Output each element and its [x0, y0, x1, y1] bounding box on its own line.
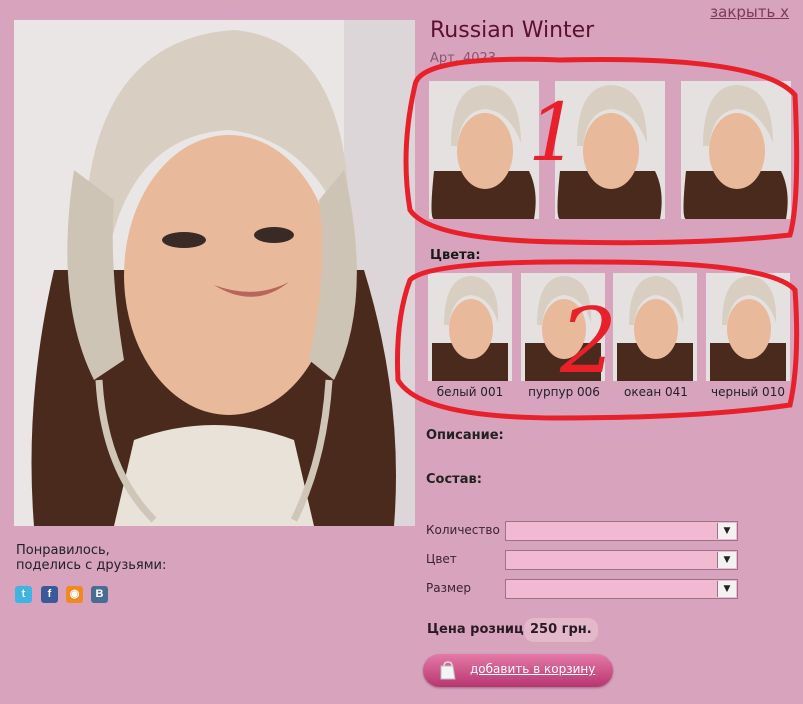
main-product-photo	[14, 20, 415, 526]
color-label: Цвет	[426, 552, 457, 566]
facebook-icon[interactable]: f	[41, 586, 58, 603]
size-label: Размер	[426, 581, 472, 595]
composition-heading: Состав:	[426, 472, 482, 487]
color-swatch-caption: черный 010	[711, 385, 785, 399]
vkontakte-icon[interactable]: B	[91, 586, 108, 603]
close-link[interactable]: закрыть х	[710, 3, 789, 21]
rss-icon[interactable]: ◉	[66, 586, 83, 603]
chevron-down-icon: ▼	[717, 552, 736, 568]
alt-photo-thumbnail[interactable]	[555, 81, 665, 219]
color-swatch-purple[interactable]	[521, 273, 605, 381]
size-select[interactable]: ▼	[505, 579, 738, 599]
alt-photo-thumbnail[interactable]	[429, 81, 539, 219]
quantity-select[interactable]: ▼	[505, 521, 738, 541]
color-swatch-white[interactable]	[428, 273, 512, 381]
color-select[interactable]: ▼	[505, 550, 738, 570]
quantity-label: Количество	[426, 523, 500, 537]
twitter-icon[interactable]: t	[15, 586, 32, 603]
product-title: Russian Winter	[430, 18, 595, 43]
price-value: 250 грн.	[524, 618, 598, 642]
share-line-1: Понравилось,	[16, 543, 110, 558]
price-label: Цена розница:	[427, 622, 538, 637]
colors-heading: Цвета:	[430, 248, 481, 263]
color-swatch-black[interactable]	[706, 273, 790, 381]
color-swatch-caption: пурпур 006	[528, 385, 600, 399]
chevron-down-icon: ▼	[717, 523, 736, 539]
color-swatch-caption: океан 041	[624, 385, 688, 399]
share-line-2: поделись с друзьями:	[16, 558, 167, 573]
shopping-bag-icon	[440, 661, 456, 680]
alt-photos-row	[429, 81, 793, 219]
alt-photo-thumbnail[interactable]	[681, 81, 791, 219]
chevron-down-icon: ▼	[717, 581, 736, 597]
color-swatch-caption: белый 001	[436, 385, 504, 399]
add-to-cart-button[interactable]: добавить в корзину	[423, 654, 613, 687]
product-article: Арт. 4023	[430, 51, 497, 66]
add-to-cart-label: добавить в корзину	[470, 662, 596, 676]
color-swatches-row: белый 001 пурпур 006 океан 041 черный 01…	[428, 273, 796, 408]
share-prompt: Понравилось, поделись с друзьями:	[16, 543, 166, 573]
color-swatch-ocean[interactable]	[613, 273, 697, 381]
description-heading: Описание:	[426, 428, 504, 443]
